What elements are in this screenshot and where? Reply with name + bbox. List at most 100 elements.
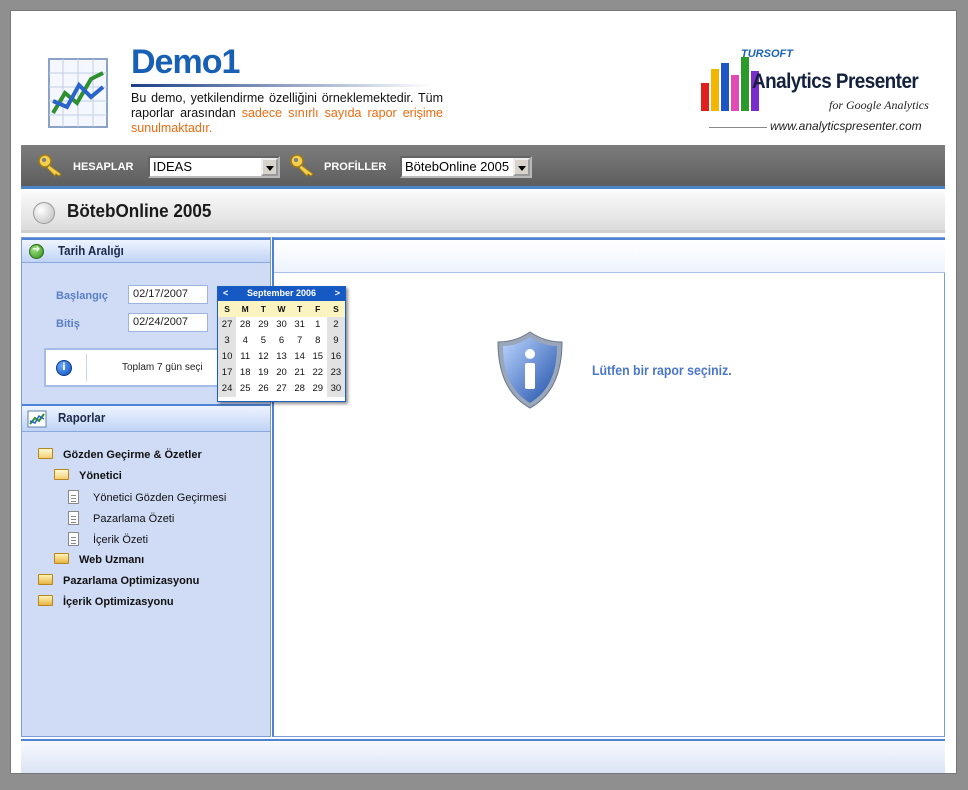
calendar-day-cell[interactable]: 6 <box>272 333 290 349</box>
calendar-day-cell[interactable]: 25 <box>236 381 254 397</box>
info-icon: i <box>56 360 72 376</box>
calendar-day-cell[interactable]: 11 <box>236 349 254 365</box>
folder-open-icon <box>54 469 69 480</box>
calendar-day-cell[interactable]: 27 <box>272 381 290 397</box>
select-report-message: Lütfen bir rapor seçiniz. <box>592 362 732 378</box>
end-date-label: Bitiş <box>56 318 80 330</box>
calendar-day-cell[interactable]: 30 <box>272 317 290 333</box>
key-icon <box>290 154 314 177</box>
calendar-day-cell[interactable]: 21 <box>291 365 309 381</box>
calendar-week-row: 17 18 19 20 21 22 23 <box>218 365 345 381</box>
document-icon <box>68 532 79 546</box>
tree-item-marketing-summary[interactable]: Pazarlama Özeti <box>68 511 174 529</box>
calendar-day-cell[interactable]: 13 <box>272 349 290 365</box>
calendar-day-cell[interactable]: 27 <box>218 317 237 333</box>
reports-title: Raporlar <box>58 411 106 425</box>
tree-item-web-expert[interactable]: Web Uzmanı <box>54 553 144 571</box>
calendar-day-cell[interactable]: 9 <box>326 333 345 349</box>
weekday-label: S <box>218 301 237 317</box>
tree-item-label: Pazarlama Özeti <box>93 513 175 525</box>
calendar-day-cell[interactable]: 5 <box>254 333 272 349</box>
tree-item-label: İçerik Optimizasyonu <box>63 596 174 608</box>
calendar-day-cell[interactable]: 3 <box>218 333 237 349</box>
tree-item-label: Web Uzmanı <box>79 554 145 566</box>
brand-name: Analytics Presenter <box>752 70 919 93</box>
brand-subtitle: for Google Analytics <box>829 98 929 112</box>
start-date-input[interactable]: 02/17/2007 <box>128 285 208 304</box>
folder-icon <box>38 595 53 606</box>
tree-item-content-optimization[interactable]: İçerik Optimizasyonu <box>38 595 174 613</box>
content-header <box>274 238 945 273</box>
tree-item-manager-review[interactable]: Yönetici Gözden Geçirmesi <box>68 490 226 508</box>
brand-url-link[interactable]: www.analyticspresenter.com <box>770 119 922 133</box>
weekday-label: M <box>236 301 255 317</box>
calendar-day-cell[interactable]: 31 <box>291 317 309 333</box>
profile-title: BötebOnline 2005 <box>67 201 212 221</box>
calendar-day-cell[interactable]: 14 <box>291 349 309 365</box>
calendar-day-cell[interactable]: 20 <box>272 365 290 381</box>
calendar-day-cell[interactable]: 4 <box>236 333 254 349</box>
tree-item-manager[interactable]: Yönetici <box>54 469 122 487</box>
calendar-day-cell[interactable]: 17 <box>218 365 237 381</box>
calendar-day-cell[interactable]: 2 <box>326 317 345 333</box>
profiles-label: PROFİLLER <box>324 161 387 173</box>
calendar-day-cell[interactable]: 29 <box>254 317 272 333</box>
calendar-next-button[interactable]: > <box>335 288 340 298</box>
calendar-day-cell[interactable]: 28 <box>236 317 254 333</box>
chart-icon <box>27 410 47 428</box>
tree-item-content-summary[interactable]: İçerik Özeti <box>68 532 148 550</box>
reports-header[interactable]: Raporlar <box>22 404 270 432</box>
folder-icon <box>38 574 53 585</box>
app-title: Demo1 <box>131 43 240 81</box>
accounts-label: HESAPLAR <box>73 161 134 173</box>
calendar-day-cell[interactable]: 15 <box>309 349 327 365</box>
date-range-header[interactable]: Tarih Aralığı <box>22 238 270 263</box>
calendar-day-cell[interactable]: 28 <box>291 381 309 397</box>
calendar-day-cell[interactable]: 29 <box>309 381 327 397</box>
tree-item-label: İçerik Özeti <box>93 534 149 546</box>
folder-open-icon <box>38 448 53 459</box>
chevron-down-icon[interactable] <box>513 158 530 176</box>
app-frame: Demo1 Bu demo, yetkilendirme özelliğini … <box>10 10 957 774</box>
end-date-input[interactable]: 02/24/2007 <box>128 313 208 332</box>
tree-item-label: Yönetici <box>79 470 122 482</box>
title-underline <box>131 84 431 87</box>
start-date-label: Başlangıç <box>56 290 108 302</box>
calendar-day-cell[interactable]: 19 <box>254 365 272 381</box>
calendar-day-cell[interactable]: 12 <box>254 349 272 365</box>
tree-item-label: Gözden Geçirme & Özetler <box>63 449 202 461</box>
tree-item-overview[interactable]: Gözden Geçirme & Özetler <box>38 448 202 466</box>
document-icon <box>68 511 79 525</box>
chevron-down-icon[interactable] <box>261 158 278 176</box>
report-content-panel: Lütfen bir rapor seçiniz. <box>272 237 945 737</box>
calendar-day-cell[interactable]: 18 <box>236 365 254 381</box>
calendar-day-cell[interactable]: 30 <box>326 381 345 397</box>
calendar-day-cell[interactable]: 16 <box>326 349 345 365</box>
calendar-day-cell[interactable]: 8 <box>309 333 327 349</box>
date-picker-calendar[interactable]: < September 2006 > S M T W T F S 27 28 29 3… <box>217 286 346 402</box>
tree-item-marketing-optimization[interactable]: Pazarlama Optimizasyonu <box>38 574 199 592</box>
calendar-week-row: 10 11 12 13 14 15 16 <box>218 349 345 365</box>
brand-company: TURSOFT <box>741 48 793 60</box>
info-shield-icon <box>497 331 563 409</box>
calendar-day-cell[interactable]: 24 <box>218 381 237 397</box>
profiles-select-value: BötebOnline 2005 <box>405 159 510 174</box>
calendar-day-cell[interactable]: 10 <box>218 349 237 365</box>
calendar-weekday-row: S M T W T F S <box>218 301 345 317</box>
calendar-day-cell[interactable]: 7 <box>291 333 309 349</box>
weekday-label: F <box>308 301 327 317</box>
page: Demo1 Bu demo, yetkilendirme özelliğini … <box>21 21 945 775</box>
calendar-month-title: September 2006 <box>246 288 317 298</box>
weekday-label: T <box>254 301 273 317</box>
calendar-day-cell[interactable]: 23 <box>326 365 345 381</box>
calendar-week-row: 27 28 29 30 31 1 2 <box>218 317 345 333</box>
calendar-day-cell[interactable]: 22 <box>309 365 327 381</box>
calendar-day-cell[interactable]: 26 <box>254 381 272 397</box>
app-description: Bu demo, yetkilendirme özelliğini örnekl… <box>131 91 443 136</box>
key-icon <box>38 154 62 177</box>
accounts-select[interactable]: IDEAS <box>148 156 280 178</box>
accounts-select-value: IDEAS <box>153 159 193 174</box>
calendar-week-row: 3456789 <box>218 333 345 349</box>
calendar-day-cell[interactable]: 1 <box>309 317 327 333</box>
profiles-select[interactable]: BötebOnline 2005 <box>400 156 532 178</box>
